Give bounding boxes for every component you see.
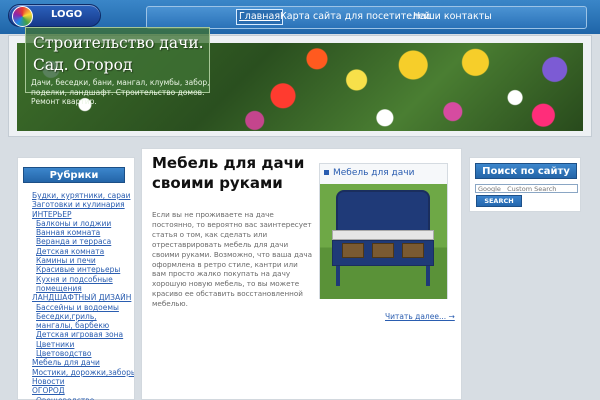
category-link[interactable]: Детская игровая зона — [32, 330, 134, 339]
logo-text: LOGO — [51, 9, 83, 20]
search-button[interactable]: SEARCH — [476, 195, 522, 207]
bench-cushion — [332, 230, 434, 240]
category-link[interactable]: Овощеводство — [32, 396, 134, 400]
main-nav: Главная Карта сайта для посетителей Наши… — [146, 6, 587, 29]
basket — [342, 243, 364, 258]
category-link[interactable]: Камины и печи — [32, 256, 134, 265]
nav-item-home[interactable]: Главная — [236, 9, 284, 25]
category-link[interactable]: Мостики, дорожки,заборы — [32, 368, 134, 377]
category-link[interactable]: Балконы и лоджии — [32, 219, 134, 228]
site-title[interactable]: Строительство дачи. Сад. Огород — [33, 32, 211, 76]
category-link[interactable]: Будки, курятники, сараи — [32, 191, 134, 200]
search-input[interactable] — [475, 184, 578, 193]
bench-photo[interactable] — [320, 184, 447, 299]
category-link[interactable]: Веранда и терраса — [32, 237, 134, 246]
category-link[interactable]: ЛАНДШАФТНЫЙ ДИЗАЙН — [32, 293, 134, 302]
category-link[interactable]: Цветоводство — [32, 349, 134, 358]
category-link[interactable]: Кухня и подсобные помещения — [32, 275, 134, 294]
category-link[interactable]: ОГОРОД — [32, 386, 134, 395]
category-link[interactable]: Новости — [32, 377, 134, 386]
categories-heading: Рубрики — [23, 167, 125, 183]
category-link[interactable]: Беседки,гриль, мангалы, барбекю — [32, 312, 134, 331]
post-image-card: Мебель для дачи — [319, 163, 448, 299]
nav-item-contacts[interactable]: Наши контакты — [413, 11, 492, 23]
search-widget: Поиск по сайту SEARCH — [469, 157, 581, 212]
nav-item-sitemap[interactable]: Карта сайта для посетителей — [280, 11, 430, 23]
category-link[interactable]: ИНТЕРЬЕР — [32, 210, 134, 219]
main-content: Мебель для дачи своими руками Если вы не… — [141, 148, 462, 400]
site-subtitle: Дачи, беседки, бани, мангал, клумбы, заб… — [31, 78, 210, 106]
read-more-link[interactable]: Читать далее... → — [385, 312, 455, 321]
category-link[interactable]: Ванная комната — [32, 228, 134, 237]
category-link[interactable]: Цветники — [32, 340, 134, 349]
logo-button[interactable]: LOGO — [8, 4, 101, 27]
category-link[interactable]: Детская комната — [32, 247, 134, 256]
category-list: Будки, курятники, сараи Заготовки и кулин… — [32, 191, 134, 400]
categories-sidebar: Рубрики Будки, курятники, сараи Заготовки… — [17, 157, 135, 400]
image-caption[interactable]: Мебель для дачи — [324, 168, 414, 178]
search-heading: Поиск по сайту — [475, 163, 577, 179]
basket — [372, 243, 394, 258]
basket — [402, 243, 424, 258]
category-link[interactable]: Красивые интерьеры — [32, 265, 134, 274]
post-title[interactable]: Мебель для дачи своими руками — [152, 153, 312, 193]
post-excerpt: Если вы не проживаете на даче постоянно,… — [152, 210, 313, 309]
logo-ball-icon — [12, 6, 33, 27]
category-link[interactable]: Бассейны и водоемы — [32, 303, 134, 312]
banner-title-box: Строительство дачи. Сад. Огород Дачи, бе… — [25, 27, 211, 106]
bench-legs — [336, 266, 430, 286]
category-link[interactable]: Заготовки и кулинария — [32, 200, 134, 209]
category-link[interactable]: Мебель для дачи — [32, 358, 134, 367]
